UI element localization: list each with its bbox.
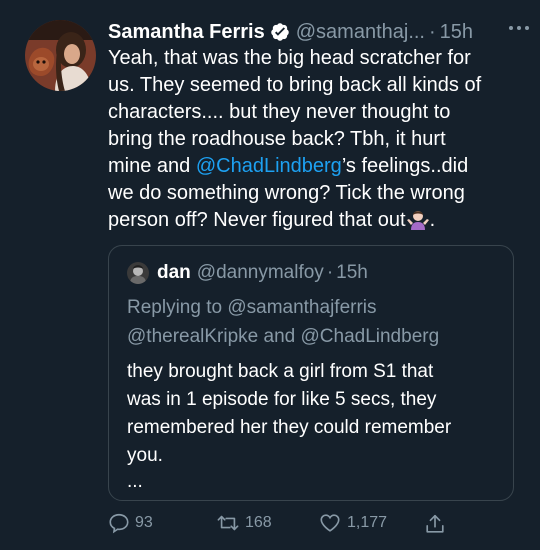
quoted-text-line: remembered her they could remember: [127, 417, 452, 438]
more-options-icon[interactable]: [506, 18, 532, 38]
reply-button[interactable]: 93: [108, 512, 153, 534]
retweet-button[interactable]: 168: [216, 512, 272, 534]
quoted-text-line: you.: [127, 445, 163, 466]
reply-icon: [109, 513, 129, 534]
mention-link[interactable]: @ChadLindberg: [196, 155, 342, 177]
action-bar: 93 168 1,177: [108, 512, 528, 542]
quoted-author-handle[interactable]: @dannymalfoy: [197, 262, 324, 284]
tweet: Samantha Ferris @samanthaj... · 15h Yeah…: [0, 0, 540, 550]
tweet-text: Yeah, that was the big head scratcher fo…: [108, 45, 528, 234]
tweet-line: mine and @ChadLindberg’s feelings..did: [108, 153, 528, 180]
tweet-line: person off? Never figured that out.: [108, 207, 528, 234]
tweet-line: we do something wrong? Tick the wrong: [108, 182, 465, 204]
separator-dot: ·: [326, 262, 334, 283]
tweet-line: us. They seemed to bring back all kinds …: [108, 74, 482, 96]
quoted-tweet[interactable]: dan @dannymalfoy · 15h Replying to @sama…: [108, 245, 514, 501]
quoted-tweet-text: they brought back a girl from S1 that wa…: [127, 358, 507, 470]
like-button[interactable]: 1,177: [318, 512, 387, 534]
author-avatar[interactable]: [25, 20, 96, 91]
quoted-author-avatar[interactable]: [127, 262, 149, 284]
tweet-text-segment: person off? Never figured that out: [108, 209, 406, 231]
replying-to-line: Replying to @samanthajferris: [127, 297, 377, 318]
quoted-timestamp[interactable]: 15h: [336, 262, 368, 284]
tweet-line: bring the roadhouse back? Tbh, it hurt: [108, 128, 446, 150]
verified-badge-icon: [270, 22, 290, 42]
retweet-count: 168: [245, 514, 272, 531]
tweet-text-segment: .: [429, 209, 436, 231]
replying-to: Replying to @samanthajferris @therealKri…: [127, 293, 439, 351]
author-handle[interactable]: @samanthaj...: [296, 21, 425, 44]
tweet-line: Yeah, that was the big head scratcher fo…: [108, 47, 471, 69]
like-count: 1,177: [347, 514, 388, 531]
author-name[interactable]: Samantha Ferris: [108, 21, 265, 44]
reply-count: 93: [135, 514, 153, 531]
tweet-text-segment: mine and: [108, 155, 196, 177]
share-icon: [426, 514, 444, 533]
heart-icon: [320, 514, 340, 532]
quoted-author-name[interactable]: dan: [157, 262, 191, 284]
tweet-timestamp[interactable]: 15h: [440, 21, 473, 44]
replying-to-line: @therealKripke and @ChadLindberg: [127, 326, 440, 347]
quoted-text-line: they brought back a girl from S1 that: [127, 361, 434, 382]
quoted-text-truncation: ...: [127, 471, 143, 492]
separator-dot: ·: [428, 20, 436, 43]
tweet-line: characters.... but they never thought to: [108, 101, 451, 123]
quoted-text-line: was in 1 episode for like 5 secs, they: [127, 389, 437, 410]
quoted-tweet-header: dan @dannymalfoy · 15h: [127, 262, 368, 284]
tweet-text-segment: ’s feelings..did: [341, 155, 469, 177]
person-shrugging-emoji: [406, 208, 430, 230]
retweet-icon: [217, 515, 239, 531]
tweet-header: Samantha Ferris @samanthaj... · 15h: [108, 18, 530, 46]
share-button[interactable]: [424, 512, 451, 536]
